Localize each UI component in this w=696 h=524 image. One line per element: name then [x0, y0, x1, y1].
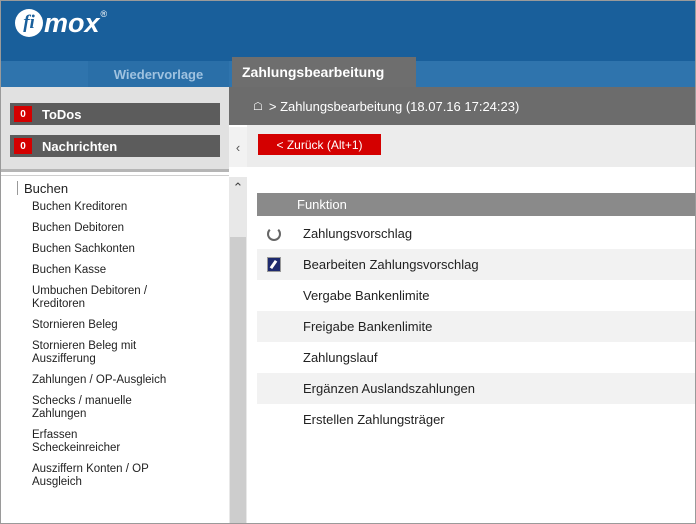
edit-icon — [267, 257, 281, 272]
nachrichten-button[interactable]: 0 Nachrichten — [10, 135, 220, 157]
function-row-zahlungslauf[interactable]: Zahlungslauf — [257, 342, 695, 373]
back-button[interactable]: < Zurück (Alt+1) — [258, 134, 381, 155]
function-label: Zahlungslauf — [303, 350, 378, 365]
tree-item[interactable]: Stornieren Beleg — [32, 319, 226, 332]
tree-item[interactable]: Buchen Kasse — [32, 264, 226, 277]
tree-section-buchen[interactable]: Buchen — [1, 175, 229, 200]
function-label: Zahlungsvorschlag — [303, 226, 413, 241]
breadcrumb-text: > Zahlungsbearbeitung (18.07.16 17:24:23… — [268, 98, 520, 114]
panel-separator — [1, 169, 229, 172]
function-label: Bearbeiten Zahlungsvorschlag — [303, 257, 479, 272]
tree-item[interactable]: Umbuchen Debitoren / Kreditoren — [32, 285, 197, 311]
tree-item[interactable]: Schecks / manuelle Zahlungen — [32, 395, 172, 421]
tab-wiedervorlage[interactable]: Wiedervorlage — [88, 61, 229, 87]
tree-item[interactable]: Buchen Kreditoren — [32, 201, 226, 214]
scrollbar-thumb[interactable] — [230, 237, 246, 523]
home-icon[interactable]: ☖ — [253, 100, 263, 113]
breadcrumb: ☖ > Zahlungsbearbeitung (18.07.16 17:24:… — [229, 87, 695, 125]
left-button-area: 0 ToDos 0 Nachrichten — [1, 87, 229, 169]
logo-registered-mark: ® — [100, 9, 108, 19]
fimox-logo: fi mox ® — [15, 8, 107, 38]
function-row-freigabe[interactable]: Freigabe Bankenlimite — [257, 311, 695, 342]
app-window: fi mox ® Wiedervorlage Zahlungsbearbeitu… — [0, 0, 696, 524]
scroll-up-button[interactable]: ⌃ — [229, 177, 247, 199]
tree-list: Buchen Kreditoren Buchen Debitoren Buche… — [32, 201, 226, 497]
nachrichten-label: Nachrichten — [42, 138, 118, 154]
tree-item[interactable]: Erfassen Scheckeinreicher — [32, 429, 152, 455]
todos-button[interactable]: 0 ToDos — [10, 103, 220, 125]
function-row-vergabe[interactable]: Vergabe Bankenlimite — [257, 280, 695, 311]
function-row-zahlungsvorschlag[interactable]: Zahlungsvorschlag — [257, 218, 695, 249]
function-label: Freigabe Bankenlimite — [303, 319, 433, 334]
function-label: Erstellen Zahlungsträger — [303, 412, 445, 427]
collapse-panel-button[interactable]: ‹ — [229, 127, 247, 167]
function-label: Vergabe Bankenlimite — [303, 288, 430, 303]
tree-item[interactable]: Zahlungen / OP-Ausgleich — [32, 374, 226, 387]
todos-count-badge: 0 — [14, 106, 32, 122]
logo-mark: fi — [15, 9, 43, 37]
chevron-up-icon: ⌃ — [232, 180, 244, 195]
refresh-icon — [267, 226, 281, 241]
tree-item[interactable]: Buchen Sachkonten — [32, 243, 226, 256]
function-row-auslandszahlungen[interactable]: Ergänzen Auslandszahlungen — [257, 373, 695, 404]
function-label: Ergänzen Auslandszahlungen — [303, 381, 476, 396]
logo-text: mox — [44, 7, 100, 38]
todos-label: ToDos — [42, 106, 82, 122]
function-table-header: Funktion — [257, 193, 695, 216]
nachrichten-count-badge: 0 — [14, 138, 32, 154]
tree-section-label: Buchen — [24, 180, 69, 196]
top-bar: fi mox ® — [1, 1, 695, 61]
tab-zahlungsbearbeitung[interactable]: Zahlungsbearbeitung — [232, 57, 416, 87]
function-row-zahlungstraeger[interactable]: Erstellen Zahlungsträger — [257, 404, 695, 435]
function-row-bearbeiten[interactable]: Bearbeiten Zahlungsvorschlag — [257, 249, 695, 280]
tree-item[interactable]: Ausziffern Konten / OP Ausgleich — [32, 463, 182, 489]
tree-item[interactable]: Stornieren Beleg mit Auszifferung — [32, 340, 182, 366]
chevron-left-icon: ‹ — [235, 139, 241, 155]
tree-line-icon — [17, 181, 18, 195]
tree-item[interactable]: Buchen Debitoren — [32, 222, 226, 235]
